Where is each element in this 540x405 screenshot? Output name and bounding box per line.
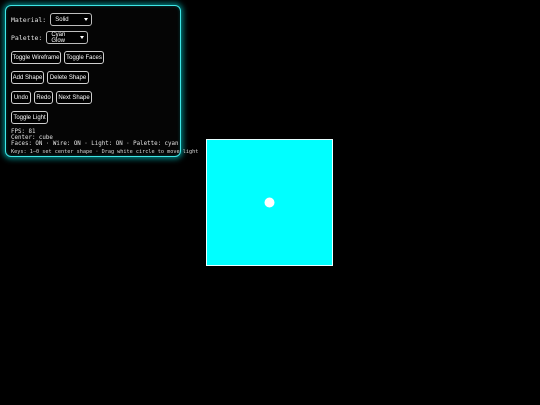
material-label: Material: xyxy=(11,15,47,24)
toggle-wireframe-button[interactable]: Toggle Wireframe xyxy=(11,51,61,64)
render-flags-readout: Faces: ON · Wire: ON · Light: ON · Palet… xyxy=(11,141,179,147)
button-row-1: Toggle Wireframe Toggle Faces xyxy=(11,51,107,64)
toggle-faces-button[interactable]: Toggle Faces xyxy=(64,51,104,64)
app-stage: Material: Solid Palette: Cyan Glow Toggl… xyxy=(0,0,540,405)
render-viewport[interactable] xyxy=(206,139,333,266)
palette-label: Palette: xyxy=(11,33,43,42)
control-panel: Material: Solid Palette: Cyan Glow Toggl… xyxy=(5,5,198,157)
undo-button[interactable]: Undo xyxy=(11,91,31,104)
button-row-3: Undo Redo Next Shape xyxy=(11,91,95,104)
scene-canvas xyxy=(206,139,333,266)
material-select-value: Solid xyxy=(55,16,69,23)
button-row-4: Toggle Light xyxy=(11,111,51,124)
delete-shape-button[interactable]: Delete Shape xyxy=(47,71,89,84)
redo-button[interactable]: Redo xyxy=(34,91,53,104)
light-handle[interactable] xyxy=(264,197,275,208)
material-select[interactable]: Solid xyxy=(50,13,93,26)
button-row-2: Add Shape Delete Shape xyxy=(11,71,92,84)
palette-row: Palette: Cyan Glow xyxy=(11,31,89,44)
material-row: Material: Solid xyxy=(11,13,93,26)
palette-select-value: Cyan Glow xyxy=(51,31,66,44)
next-shape-button[interactable]: Next Shape xyxy=(56,91,92,104)
toggle-light-button[interactable]: Toggle Light xyxy=(11,111,48,124)
add-shape-button[interactable]: Add Shape xyxy=(11,71,44,84)
chevron-down-icon xyxy=(84,18,89,21)
chevron-down-icon xyxy=(80,36,85,39)
palette-select[interactable]: Cyan Glow xyxy=(46,31,89,44)
keys-hint: Keys: 1–0 set center shape · Drag white … xyxy=(11,149,199,155)
